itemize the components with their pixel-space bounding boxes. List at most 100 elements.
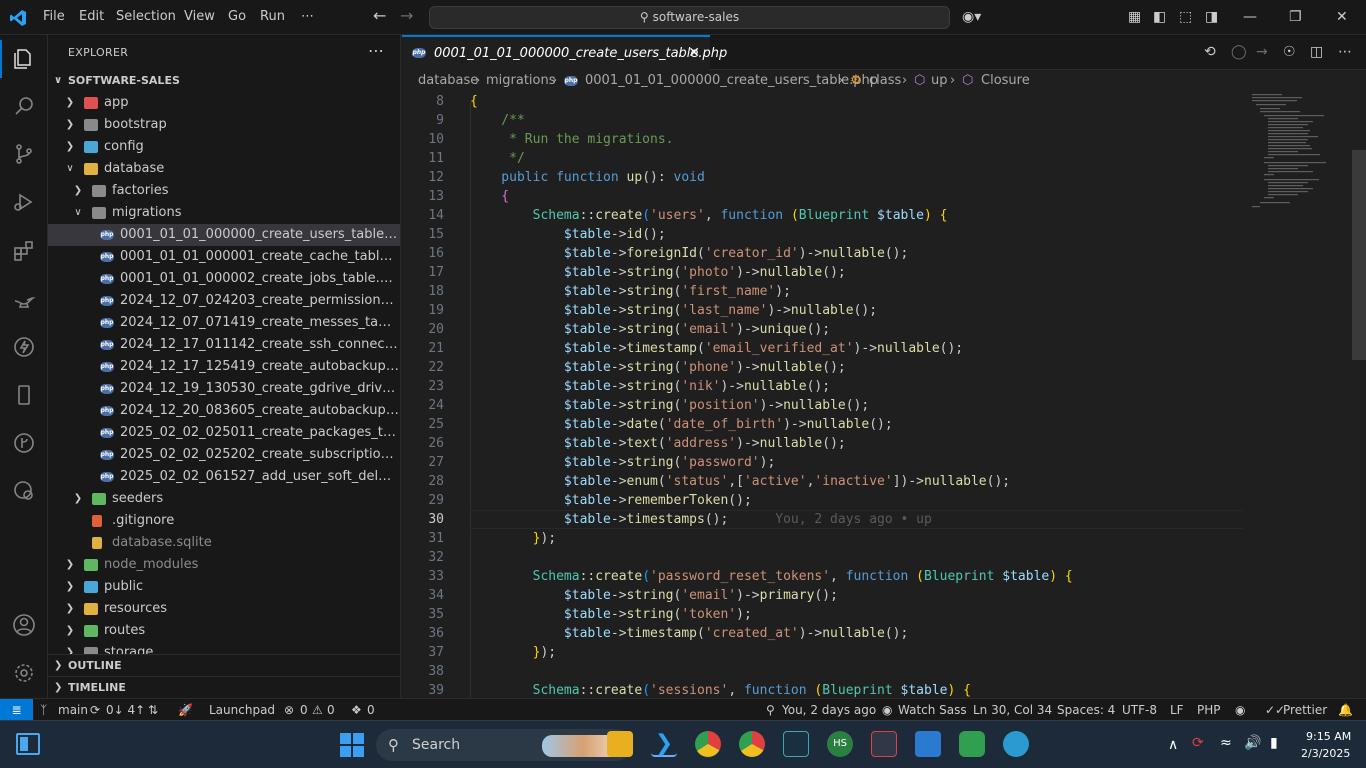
device-icon[interactable] bbox=[10, 381, 38, 409]
edge-app-icon[interactable] bbox=[1003, 731, 1029, 757]
chrome-app-icon[interactable] bbox=[695, 731, 721, 757]
customize-layout-icon[interactable]: ▦ bbox=[1128, 9, 1141, 25]
menu-go[interactable]: Go bbox=[228, 9, 246, 24]
tree-file[interactable]: .gitignore bbox=[48, 510, 400, 532]
tree-file[interactable]: php 2024_12_20_083605_create_autobackup_i… bbox=[48, 400, 400, 422]
explorer-icon[interactable] bbox=[10, 45, 38, 73]
encoding[interactable]: UTF-8 bbox=[1122, 699, 1157, 721]
tree-file[interactable]: php 2024_12_07_024203_create_permission_t… bbox=[48, 290, 400, 312]
wifi-icon[interactable]: ≈ bbox=[1220, 735, 1232, 751]
tree-file[interactable]: php 2025_02_02_061527_add_user_soft_delet… bbox=[48, 466, 400, 488]
open-changes-icon[interactable]: ⟲ bbox=[1204, 44, 1216, 60]
tree-file[interactable]: php 2024_12_07_071419_create_messes_table… bbox=[48, 312, 400, 334]
menu-run[interactable]: Run bbox=[260, 9, 285, 24]
volume-icon[interactable]: 🔊 bbox=[1244, 735, 1261, 751]
minimap[interactable] bbox=[1244, 92, 1354, 212]
menu-view[interactable]: View bbox=[184, 9, 215, 24]
tree-folder[interactable]: ❯ bootstrap bbox=[48, 114, 400, 136]
toggle-primary-sidebar-icon[interactable]: ◧ bbox=[1153, 9, 1166, 25]
tree-file[interactable]: php 2025_02_02_025202_create_subscription… bbox=[48, 444, 400, 466]
tree-file[interactable]: php 0001_01_01_000000_create_users_table.… bbox=[48, 224, 400, 246]
copilot-status-icon[interactable]: ◉ bbox=[1235, 699, 1245, 721]
tree-folder[interactable]: ❯ routes bbox=[48, 620, 400, 642]
copilot-icon[interactable]: ◉▾ bbox=[962, 9, 981, 25]
git-blame-status[interactable]: You, 2 days ago bbox=[782, 699, 876, 721]
tab-create-users-table[interactable]: php 0001_01_01_000000_create_users_table… bbox=[402, 35, 727, 70]
language-mode[interactable]: PHP bbox=[1197, 699, 1221, 721]
tree-folder[interactable]: ❯ resources bbox=[48, 598, 400, 620]
cursor-position[interactable]: Ln 30, Col 34 bbox=[973, 699, 1052, 721]
menu-file[interactable]: File bbox=[43, 9, 65, 24]
tree-folder[interactable]: ❯ seeders bbox=[48, 488, 400, 510]
forward-arrow-icon[interactable]: → bbox=[400, 8, 413, 24]
tree-folder[interactable]: ❯ config bbox=[48, 136, 400, 158]
breadcrumb-class[interactable]: class bbox=[869, 70, 901, 92]
tree-file[interactable]: php 2024_12_19_130530_create_gdrive_drive… bbox=[48, 378, 400, 400]
widgets-icon[interactable] bbox=[16, 733, 40, 755]
file-explorer-app-icon[interactable] bbox=[607, 731, 633, 757]
warning-count[interactable]: 0 bbox=[327, 699, 335, 721]
remote-explorer-icon[interactable] bbox=[10, 477, 38, 505]
lightning-icon[interactable] bbox=[10, 333, 38, 361]
tree-file[interactable]: php 2025_02_02_025011_create_packages_tab… bbox=[48, 422, 400, 444]
show-hidden-icons-icon[interactable]: ∧ bbox=[1168, 737, 1178, 753]
clock-time[interactable]: 9:15 AM bbox=[1306, 730, 1351, 743]
menu-more[interactable]: ⋯ bbox=[301, 9, 314, 24]
workspace-root[interactable]: ∨ SOFTWARE-SALES bbox=[48, 70, 400, 92]
update-icon[interactable]: ⟳ bbox=[1192, 735, 1204, 751]
menu-selection[interactable]: Selection bbox=[116, 9, 176, 24]
branch-name[interactable]: main bbox=[58, 699, 88, 721]
more-actions-icon[interactable]: ⋯ bbox=[1338, 44, 1352, 60]
account-icon[interactable] bbox=[10, 611, 38, 639]
tree-file[interactable]: php 2024_12_17_125419_create_autobackups_… bbox=[48, 356, 400, 378]
launchpad-label[interactable]: Launchpad bbox=[209, 699, 275, 721]
breadcrumb-closure[interactable]: Closure bbox=[981, 70, 1030, 92]
git-graph-icon[interactable] bbox=[10, 429, 38, 457]
close-tab-icon[interactable]: ✕ bbox=[688, 45, 700, 61]
timeline-section[interactable]: ❯ TIMELINE bbox=[48, 676, 400, 698]
next-change-icon[interactable]: → bbox=[1256, 44, 1268, 60]
breadcrumb-database[interactable]: database bbox=[418, 70, 478, 92]
previous-change-icon[interactable]: ◯ bbox=[1231, 44, 1247, 60]
restore-icon[interactable]: ❐ bbox=[1289, 9, 1302, 25]
outline-section[interactable]: ❯ OUTLINE bbox=[48, 654, 400, 676]
tree-file[interactable]: php 0001_01_01_000002_create_jobs_table.p… bbox=[48, 268, 400, 290]
terminal-app-icon[interactable] bbox=[783, 731, 809, 757]
tree-folder[interactable]: ❯ factories bbox=[48, 180, 400, 202]
tree-file[interactable]: php 0001_01_01_000001_create_cache_table.… bbox=[48, 246, 400, 268]
error-count[interactable]: 0 bbox=[300, 699, 308, 721]
editor-scrollbar[interactable] bbox=[1352, 150, 1366, 360]
taskbar-search[interactable]: ⚲ Search bbox=[376, 729, 632, 761]
clock-date[interactable]: 2/3/2025 bbox=[1301, 747, 1350, 760]
tree-folder[interactable]: ❯ node_modules bbox=[48, 554, 400, 576]
snipping-tool-app-icon[interactable] bbox=[871, 731, 897, 757]
breadcrumb-up[interactable]: up bbox=[931, 70, 948, 92]
tree-file[interactable]: database.sqlite bbox=[48, 532, 400, 554]
heidisql-app-icon[interactable]: HS bbox=[827, 731, 853, 757]
tree-file[interactable]: php 2024_12_17_011142_create_ssh_connects… bbox=[48, 334, 400, 356]
extensions-icon[interactable] bbox=[10, 237, 38, 265]
battery-icon[interactable]: ▮ bbox=[1270, 735, 1278, 751]
remote-indicator-icon[interactable]: ≣ bbox=[0, 699, 33, 721]
toggle-secondary-sidebar-icon[interactable]: ◨ bbox=[1205, 9, 1218, 25]
run-debug-icon[interactable] bbox=[10, 188, 38, 216]
split-editor-icon[interactable]: ◫ bbox=[1310, 44, 1323, 60]
search-view-icon[interactable] bbox=[10, 92, 38, 120]
meet-app-icon[interactable] bbox=[959, 731, 985, 757]
tree-folder[interactable]: ❯ public bbox=[48, 576, 400, 598]
git-lens-icon[interactable]: ☉ bbox=[1283, 44, 1296, 60]
watch-sass[interactable]: Watch Sass bbox=[898, 699, 967, 721]
notifications-bell-icon[interactable]: 🔔 bbox=[1338, 699, 1353, 721]
menu-edit[interactable]: Edit bbox=[79, 9, 104, 24]
windows-start-icon[interactable] bbox=[340, 733, 364, 757]
ports-count[interactable]: 0 bbox=[367, 699, 375, 721]
command-center-search[interactable]: ⚲ software-sales bbox=[429, 6, 950, 29]
close-window-icon[interactable]: ✕ bbox=[1336, 9, 1348, 25]
breadcrumb-file[interactable]: 0001_01_01_000000_create_users_table.php bbox=[585, 70, 878, 92]
end-of-line[interactable]: LF bbox=[1170, 699, 1184, 721]
toggle-panel-icon[interactable]: ⬚ bbox=[1179, 9, 1192, 25]
genie-lamp-icon[interactable] bbox=[10, 285, 38, 313]
settings-gear-icon[interactable] bbox=[10, 659, 38, 687]
back-arrow-icon[interactable]: ← bbox=[373, 8, 386, 24]
tree-folder[interactable]: ∨ database bbox=[48, 158, 400, 180]
